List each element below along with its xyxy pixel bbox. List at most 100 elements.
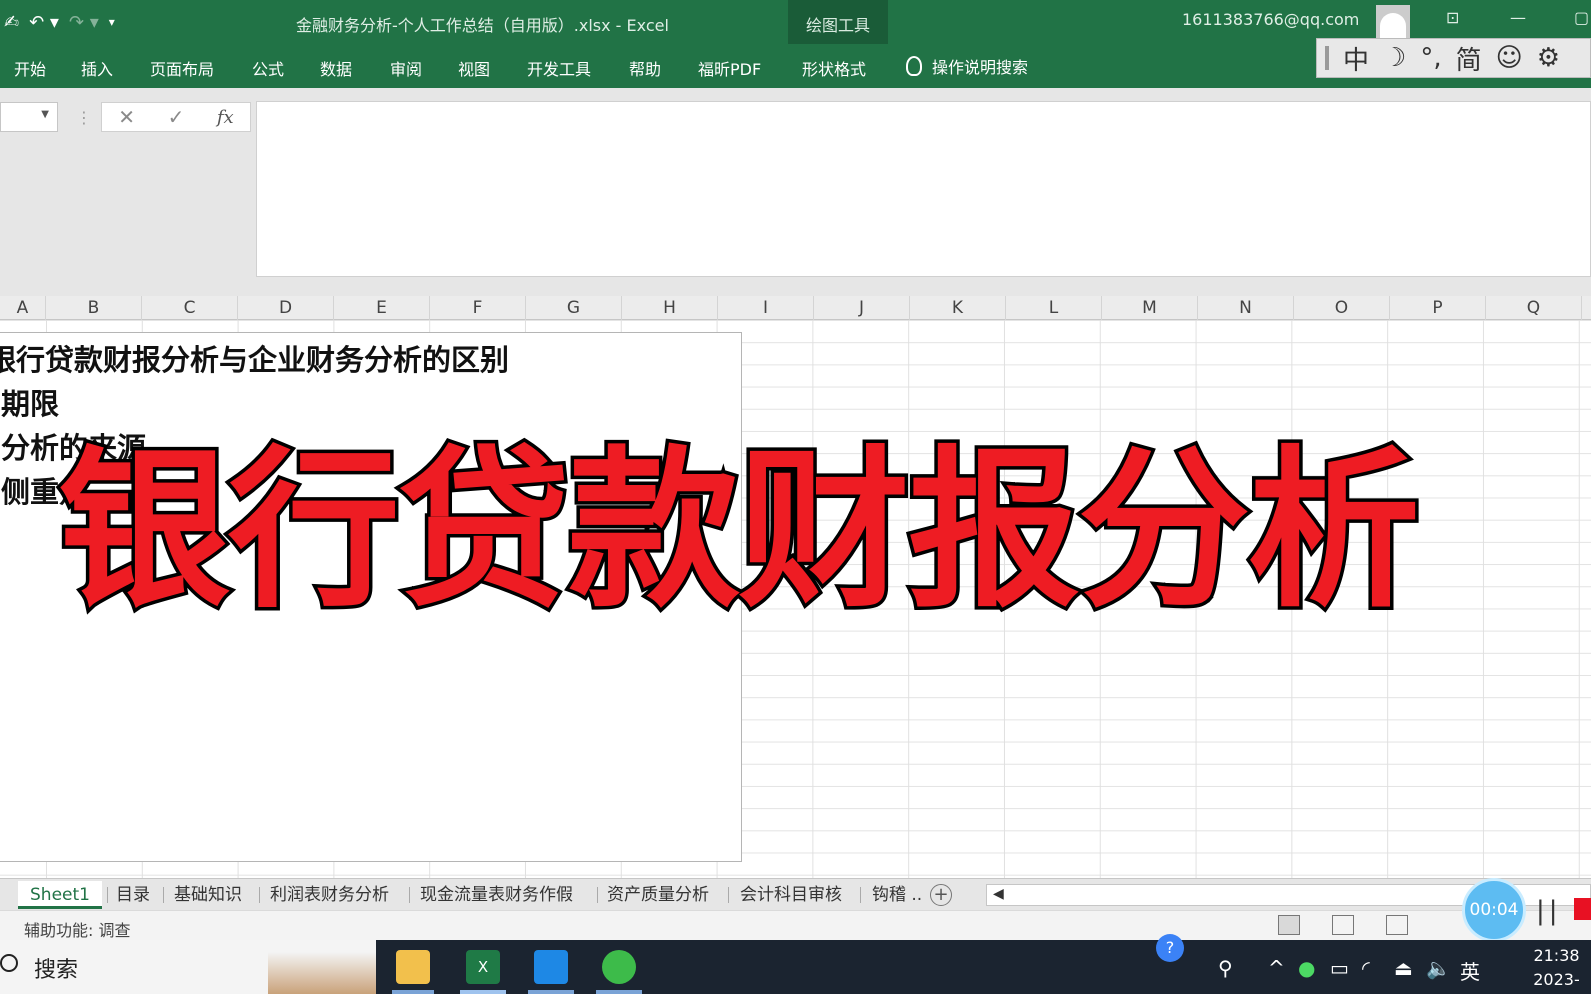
ime-settings-icon[interactable]: ⚙ <box>1537 43 1560 73</box>
document-title: 金融财务分析-个人工作总结（自用版）.xlsx - Excel <box>296 16 669 35</box>
people-icon[interactable]: ⚲ <box>1218 956 1233 980</box>
ime-language-indicator[interactable]: 英 <box>1460 956 1480 985</box>
battery-icon[interactable]: ▭ <box>1330 956 1349 980</box>
clock-date: 2023-03-25 <box>1533 970 1580 989</box>
insert-function-icon[interactable]: fx <box>217 107 234 128</box>
customize-qat-icon[interactable]: ▾ <box>109 15 115 29</box>
wechat-icon[interactable] <box>602 950 636 984</box>
minimize-icon[interactable]: — <box>1510 8 1526 27</box>
sheet-tab-asset-quality[interactable]: 资产质量分析 <box>607 881 709 909</box>
tell-me-search[interactable]: 操作说明搜索 <box>906 54 1028 78</box>
sheet-tab-account-audit[interactable]: 会计科目审核 <box>740 881 842 909</box>
help-icon[interactable]: ? <box>1156 934 1184 962</box>
tab-view[interactable]: 视图 <box>458 56 490 80</box>
page-break-view-icon[interactable] <box>1386 915 1408 935</box>
column-header-f[interactable]: F <box>430 296 526 320</box>
ribbon-display-icon[interactable]: ⊡ <box>1446 8 1459 27</box>
usb-icon[interactable]: ⏏ <box>1394 956 1413 980</box>
file-explorer-indicator <box>392 990 434 994</box>
sheet-tab-sheet1[interactable]: Sheet1 <box>18 881 102 909</box>
cancel-icon[interactable]: ✕ <box>118 105 135 129</box>
touch-mode-icon[interactable]: ✍ <box>4 12 19 33</box>
column-header-m[interactable]: M <box>1102 296 1198 320</box>
column-header-a[interactable]: A <box>0 296 46 320</box>
tab-formulas[interactable]: 公式 <box>252 56 284 80</box>
context-group-label: 绘图工具 <box>806 16 871 35</box>
overlay-title: 银行贷款财报分析 <box>55 430 1424 631</box>
tab-insert[interactable]: 插入 <box>81 56 113 80</box>
column-header-g[interactable]: G <box>526 296 622 320</box>
taskbar-search[interactable]: 搜索 <box>0 940 376 994</box>
column-header-p[interactable]: P <box>1390 296 1486 320</box>
column-header-i[interactable]: I <box>718 296 814 320</box>
normal-view-icon[interactable] <box>1278 915 1300 935</box>
accessibility-status[interactable]: 辅助功能: 调查 <box>24 917 130 941</box>
ime-grip[interactable] <box>1325 46 1329 70</box>
chevron-up-icon[interactable]: ^ <box>1268 956 1285 980</box>
pause-icon[interactable]: || <box>1536 896 1562 926</box>
sheet-tab-cashflow-fraud[interactable]: 现金流量表财务作假 <box>420 881 573 909</box>
punctuation-icon[interactable]: °, <box>1420 43 1441 73</box>
search-highlight-image <box>268 952 376 994</box>
sheet-tab-income-analysis[interactable]: 利润表财务分析 <box>270 881 389 909</box>
search-label: 搜索 <box>34 958 79 983</box>
name-box[interactable]: ▼ <box>0 102 58 132</box>
column-header-q[interactable]: Q <box>1486 296 1582 320</box>
ime-toolbar: 中 ☽ °, 简 ☺ ⚙ <box>1316 38 1591 78</box>
column-header-j[interactable]: J <box>814 296 910 320</box>
tab-page-layout[interactable]: 页面布局 <box>150 56 214 80</box>
volume-icon[interactable]: 🔈 <box>1426 956 1451 980</box>
tab-help[interactable]: 帮助 <box>629 56 661 80</box>
enter-icon[interactable]: ✓ <box>168 105 185 129</box>
app-icon[interactable] <box>534 950 568 984</box>
account-name[interactable]: 1611383766@qq.com <box>1182 10 1359 29</box>
tell-me-label: 操作说明搜索 <box>932 58 1029 77</box>
sheet-tab-contents[interactable]: 目录 <box>116 881 150 909</box>
taskbar-clock[interactable]: 21:38 2023-03-25 <box>1522 944 1591 994</box>
recorder-timer[interactable]: 00:04 <box>1462 878 1526 942</box>
more-options-icon[interactable]: ⋮ <box>76 108 92 127</box>
column-header-b[interactable]: B <box>46 296 142 320</box>
column-headers: A B C D E F G H I J K L M N O P Q <box>0 296 1591 320</box>
wechat-tray-icon[interactable]: ● <box>1298 956 1315 980</box>
tab-data[interactable]: 数据 <box>320 56 352 80</box>
column-header-d[interactable]: D <box>238 296 334 320</box>
undo-icon[interactable]: ↶ ▾ <box>29 12 59 33</box>
restore-icon[interactable]: ▢ <box>1574 8 1589 27</box>
sheet-tab-basics[interactable]: 基础知识 <box>174 881 242 909</box>
excel-icon[interactable]: X <box>466 950 500 984</box>
sheet-tab-more[interactable]: 钩稽 ... <box>872 881 922 909</box>
redo-icon[interactable]: ↷ ▾ <box>69 12 99 33</box>
scroll-left-icon[interactable]: ◀ <box>993 886 1004 902</box>
emoji-icon[interactable]: ☺ <box>1496 43 1523 73</box>
column-header-l[interactable]: L <box>1006 296 1102 320</box>
tab-foxit-pdf[interactable]: 福昕PDF <box>698 56 761 80</box>
column-header-e[interactable]: E <box>334 296 430 320</box>
taskbar: 搜索 X ? ⚲ ^ ● ▭ ◜ ⏏ 🔈 英 21:38 2023-03-25 <box>0 934 1591 994</box>
tab-review[interactable]: 审阅 <box>390 56 422 80</box>
column-header-n[interactable]: N <box>1198 296 1294 320</box>
file-explorer-icon[interactable] <box>396 950 430 984</box>
formula-input[interactable] <box>256 101 1591 277</box>
ime-simplified[interactable]: 简 <box>1456 40 1482 77</box>
moon-icon[interactable]: ☽ <box>1383 43 1406 73</box>
stop-icon[interactable] <box>1574 898 1591 920</box>
column-header-c[interactable]: C <box>142 296 238 320</box>
tab-shape-format[interactable]: 形状格式 <box>802 56 866 80</box>
avatar[interactable] <box>1376 5 1410 39</box>
formula-buttons: ✕ ✓ fx <box>101 102 251 132</box>
formula-bar-area: ▼ ⋮ ✕ ✓ fx <box>0 88 1591 286</box>
wifi-icon[interactable]: ◜ <box>1362 956 1370 980</box>
column-header-k[interactable]: K <box>910 296 1006 320</box>
tab-home[interactable]: 开始 <box>14 56 46 80</box>
column-header-o[interactable]: O <box>1294 296 1390 320</box>
chevron-down-icon: ▼ <box>41 109 49 120</box>
add-sheet-icon[interactable]: + <box>930 884 952 906</box>
sheet-tab-bar: Sheet1 目录 基础知识 利润表财务分析 现金流量表财务作假 资产质量分析 … <box>0 878 1591 910</box>
wechat-indicator <box>596 990 642 994</box>
ime-chinese-mode[interactable]: 中 <box>1343 40 1369 77</box>
page-layout-view-icon[interactable] <box>1332 915 1354 935</box>
tab-developer[interactable]: 开发工具 <box>527 56 591 80</box>
column-header-h[interactable]: H <box>622 296 718 320</box>
quick-access-toolbar: ✍ ↶ ▾ ↷ ▾ ▾ <box>0 8 115 36</box>
